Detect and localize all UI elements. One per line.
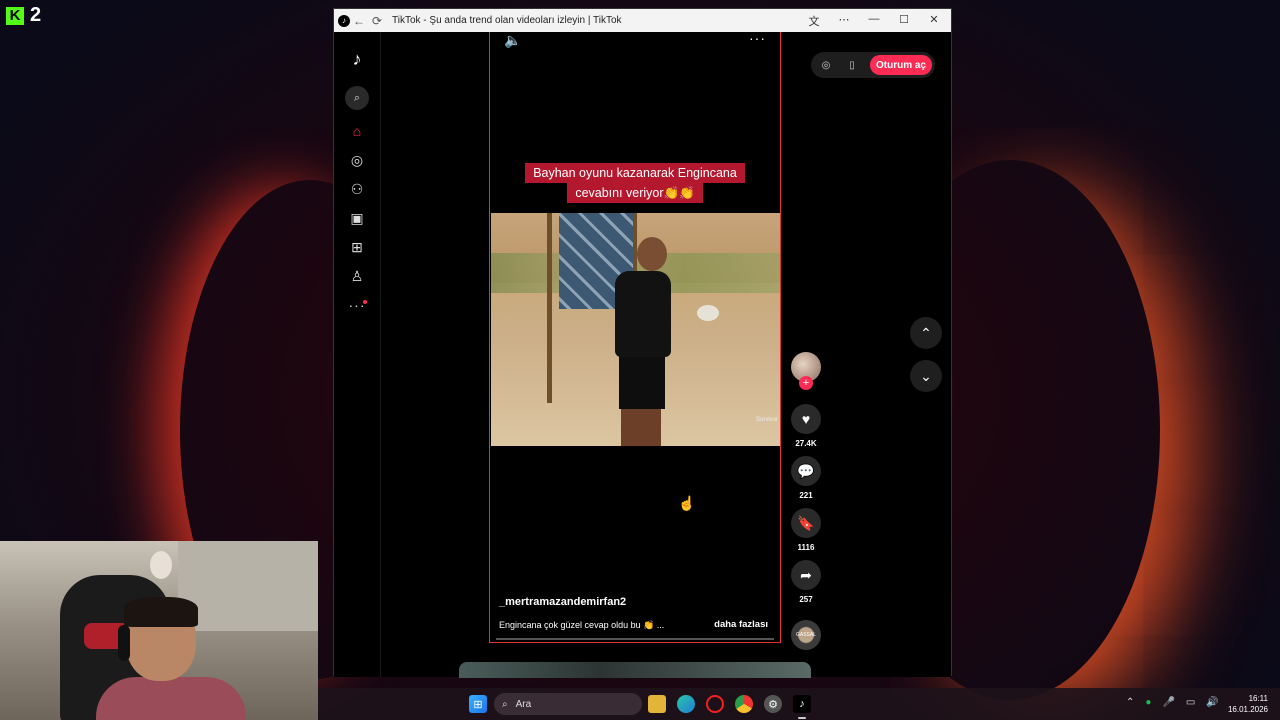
- windows-start-icon[interactable]: ⊞: [469, 695, 487, 713]
- active-indicator: [798, 717, 806, 719]
- person-figure: [615, 271, 671, 357]
- tiktok-app-icon[interactable]: ♪: [793, 695, 811, 713]
- next-video-preview[interactable]: [459, 662, 811, 678]
- edge-icon[interactable]: [677, 695, 695, 713]
- like-button[interactable]: ♥: [791, 404, 821, 434]
- back-icon[interactable]: ←: [350, 12, 368, 30]
- display-icon[interactable]: ▭: [1186, 697, 1195, 708]
- window-title: TikTok - Şu anda trend olan videoları iz…: [392, 15, 622, 26]
- microphone-icon[interactable]: 🎤: [1162, 697, 1174, 708]
- clock-date: 16.01.2026: [1227, 705, 1268, 714]
- chrome-icon[interactable]: [735, 695, 753, 713]
- taskbar: ⊞ ⌕ Ara ⚙ ♪ ⌃ ● 🎤 ▭ 🔊 16:11 16.01.2026: [318, 688, 1280, 720]
- spotify-icon[interactable]: ●: [1145, 697, 1151, 708]
- search-icon: ⌕: [502, 698, 508, 710]
- heart-icon: ♥: [801, 411, 811, 427]
- chevron-up-icon: ⌃: [920, 324, 932, 341]
- more-icon[interactable]: ···: [346, 294, 368, 316]
- save-count: 1116: [797, 543, 815, 552]
- webcam-overlay: [0, 541, 318, 720]
- video-player[interactable]: 🔈 ··· Bayhan oyunu kazanarak Engincana c…: [489, 30, 781, 643]
- video-description: Engincana çok güzel cevap oldu bu 👏 ...: [499, 620, 665, 630]
- home-icon[interactable]: ⌂: [346, 120, 368, 142]
- upload-icon[interactable]: ⊞: [346, 236, 368, 258]
- kick-overlay: K 2: [6, 4, 41, 27]
- more-icon[interactable]: ⋯: [835, 13, 853, 29]
- follow-plus-icon[interactable]: +: [799, 376, 813, 390]
- video-frame: Survivor: [491, 213, 780, 446]
- chevron-down-icon: ⌄: [920, 367, 932, 384]
- live-icon[interactable]: ▣: [346, 207, 368, 229]
- headset-icon: [118, 625, 130, 661]
- kick-count: 2: [30, 4, 42, 26]
- video-caption: Bayhan oyunu kazanarak Engincana cevabın…: [518, 163, 752, 203]
- video-progress[interactable]: [496, 638, 774, 640]
- video-watermark: Survivor: [755, 417, 778, 423]
- file-explorer-icon[interactable]: [648, 695, 666, 713]
- taskbar-search[interactable]: ⌕ Ara: [494, 693, 642, 715]
- steam-icon[interactable]: ⚙: [764, 695, 782, 713]
- video-more-icon[interactable]: ···: [749, 30, 766, 46]
- caption-line-2: cevabını veriyor👏👏: [567, 183, 703, 203]
- browser-window: ♪ ← ⟳ TikTok - Şu anda trend olan videol…: [333, 8, 952, 678]
- comment-count: 221: [799, 491, 813, 500]
- notification-dot: [363, 300, 367, 304]
- reload-icon[interactable]: ⟳: [368, 12, 386, 30]
- sound-disc[interactable]: GASSAL: [791, 620, 821, 650]
- share-button[interactable]: ➦: [791, 560, 821, 590]
- save-button[interactable]: 🔖: [791, 508, 821, 538]
- comment-icon: 💬: [797, 462, 815, 479]
- share-icon: ➦: [800, 566, 812, 583]
- volume-icon[interactable]: 🔈: [504, 32, 521, 49]
- more-link[interactable]: daha fazlası: [714, 619, 768, 630]
- mobile-icon[interactable]: ▯: [841, 60, 863, 71]
- hand-cursor-icon: ☝: [678, 495, 696, 511]
- like-count: 27.4K: [795, 439, 817, 448]
- top-actions: ◎ ▯ Oturum aç: [811, 52, 935, 78]
- login-button[interactable]: Oturum aç: [869, 55, 932, 75]
- system-tray: ⌃ ● 🎤 ▭ 🔊: [1126, 697, 1219, 708]
- bookmark-icon: 🔖: [797, 514, 815, 531]
- search-placeholder: Ara: [515, 698, 532, 710]
- explore-icon[interactable]: ◎: [346, 149, 368, 171]
- next-video-button[interactable]: ⌄: [910, 360, 942, 392]
- sidebar: ♪ ⌕ ⌂ ◎ ⚇ ▣ ⊞ ♙ ···: [334, 32, 381, 677]
- maximize-icon[interactable]: ☐: [895, 13, 913, 29]
- tiktok-favicon-icon: ♪: [338, 14, 350, 27]
- title-bar: ♪ ← ⟳ TikTok - Şu anda trend olan videol…: [334, 9, 951, 32]
- video-username[interactable]: _mertramazandemirfan2: [499, 596, 626, 608]
- kick-logo-icon: K: [6, 6, 24, 25]
- opera-icon[interactable]: [706, 695, 724, 713]
- tiktok-logo-icon[interactable]: ♪: [346, 48, 368, 70]
- prev-video-button[interactable]: ⌃: [910, 317, 942, 349]
- chevron-up-icon[interactable]: ⌃: [1126, 697, 1134, 708]
- explore-icon[interactable]: ◎: [815, 60, 837, 71]
- volume-icon[interactable]: 🔊: [1206, 697, 1218, 708]
- following-icon[interactable]: ⚇: [346, 178, 368, 200]
- search-icon[interactable]: ⌕: [345, 86, 369, 110]
- tiktok-page: ♪ ⌕ ⌂ ◎ ⚇ ▣ ⊞ ♙ ··· ◎ ▯ Oturum aç 🔈 ··· …: [334, 30, 951, 678]
- clock[interactable]: 16:11 16.01.2026: [1228, 693, 1268, 715]
- comment-button[interactable]: 💬: [791, 456, 821, 486]
- profile-icon[interactable]: ♙: [346, 265, 368, 287]
- share-count: 257: [799, 595, 813, 604]
- caption-line-1: Bayhan oyunu kazanarak Engincana: [525, 163, 745, 183]
- minimize-icon[interactable]: —: [865, 13, 883, 29]
- clock-time: 16:11: [1248, 694, 1268, 703]
- close-icon[interactable]: ✕: [925, 13, 943, 29]
- translate-icon[interactable]: 文: [805, 13, 823, 29]
